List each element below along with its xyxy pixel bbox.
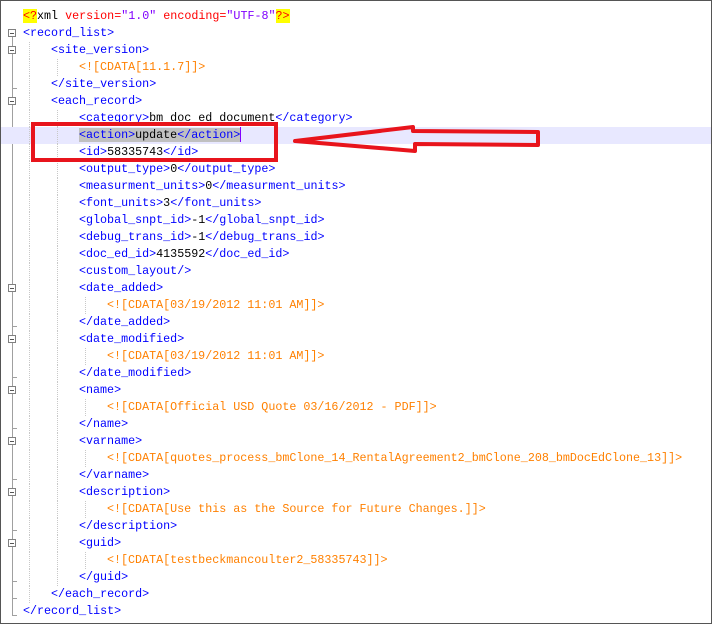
xml-editor[interactable]: <?xml version="1.0" encoding="UTF-8"?> <r… bbox=[0, 0, 712, 624]
annotation-overlay bbox=[31, 122, 540, 162]
highlight-box bbox=[31, 122, 278, 162]
arrow-annotation bbox=[293, 125, 540, 153]
